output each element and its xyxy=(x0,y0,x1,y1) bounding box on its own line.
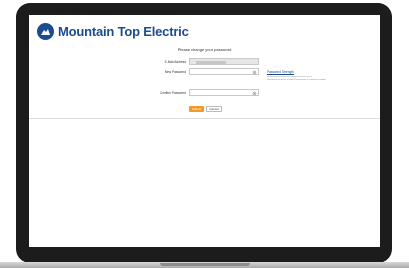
new-password-field[interactable] xyxy=(189,68,259,75)
strength-meter xyxy=(267,76,312,77)
form-instruction: Please change your password xyxy=(177,47,232,52)
password-strength-link[interactable]: Password Strength xyxy=(267,70,294,74)
email-value-redacted xyxy=(196,61,226,64)
email-label: E-Mail Address xyxy=(164,60,186,64)
new-password-label: New Password xyxy=(164,70,186,74)
eye-icon[interactable] xyxy=(252,91,257,96)
laptop-hinge xyxy=(160,263,250,266)
email-field xyxy=(189,58,259,65)
confirm-password-label: Confirm Password xyxy=(159,91,186,95)
password-requirements-note: Passwords must be at least 8 characters … xyxy=(267,79,326,81)
screen: Mountain Top Electric Please change your… xyxy=(29,15,380,247)
content-divider xyxy=(29,118,380,119)
brand-name: Mountain Top Electric xyxy=(58,24,189,39)
confirm-password-field[interactable] xyxy=(189,89,259,96)
brand-logo: Mountain Top Electric xyxy=(37,23,189,40)
eye-icon[interactable] xyxy=(252,70,257,75)
cancel-button[interactable]: Cancel xyxy=(206,106,222,112)
submit-button[interactable]: Submit xyxy=(189,106,204,112)
mountain-logo-icon xyxy=(37,23,54,40)
